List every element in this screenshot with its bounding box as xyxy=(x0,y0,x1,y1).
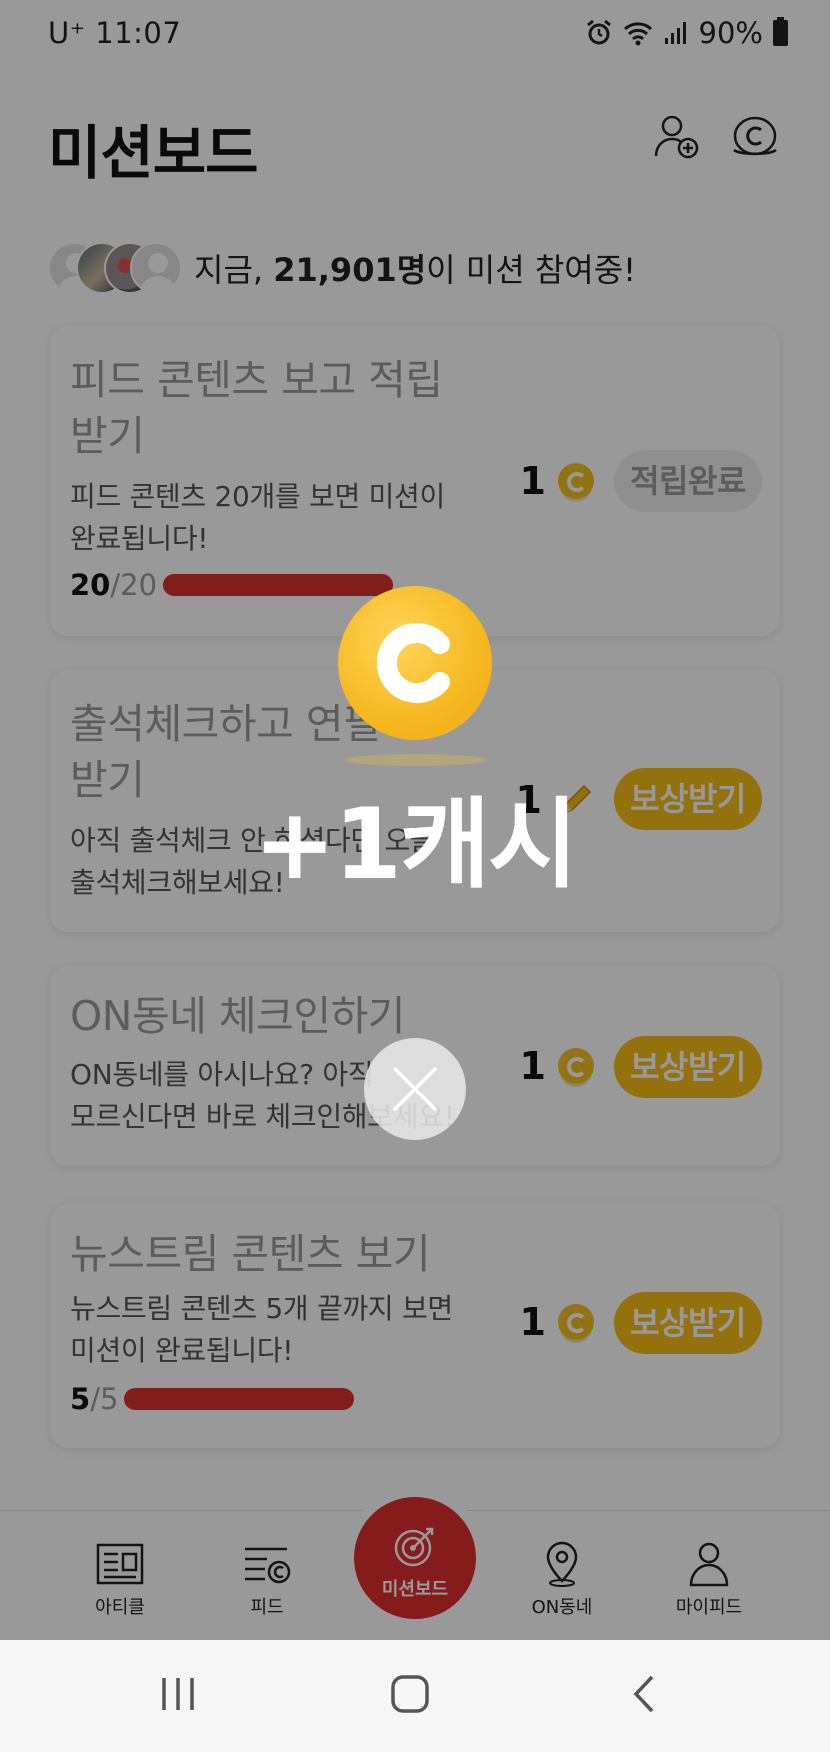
recent-apps-icon[interactable] xyxy=(158,1674,198,1714)
system-nav-bar xyxy=(0,1640,830,1752)
reward-message: +1캐시 xyxy=(253,788,579,902)
close-icon xyxy=(392,1066,438,1112)
close-button[interactable] xyxy=(364,1038,466,1140)
back-icon[interactable] xyxy=(624,1674,664,1714)
home-icon[interactable] xyxy=(390,1674,430,1714)
cash-coin-icon xyxy=(338,586,492,740)
